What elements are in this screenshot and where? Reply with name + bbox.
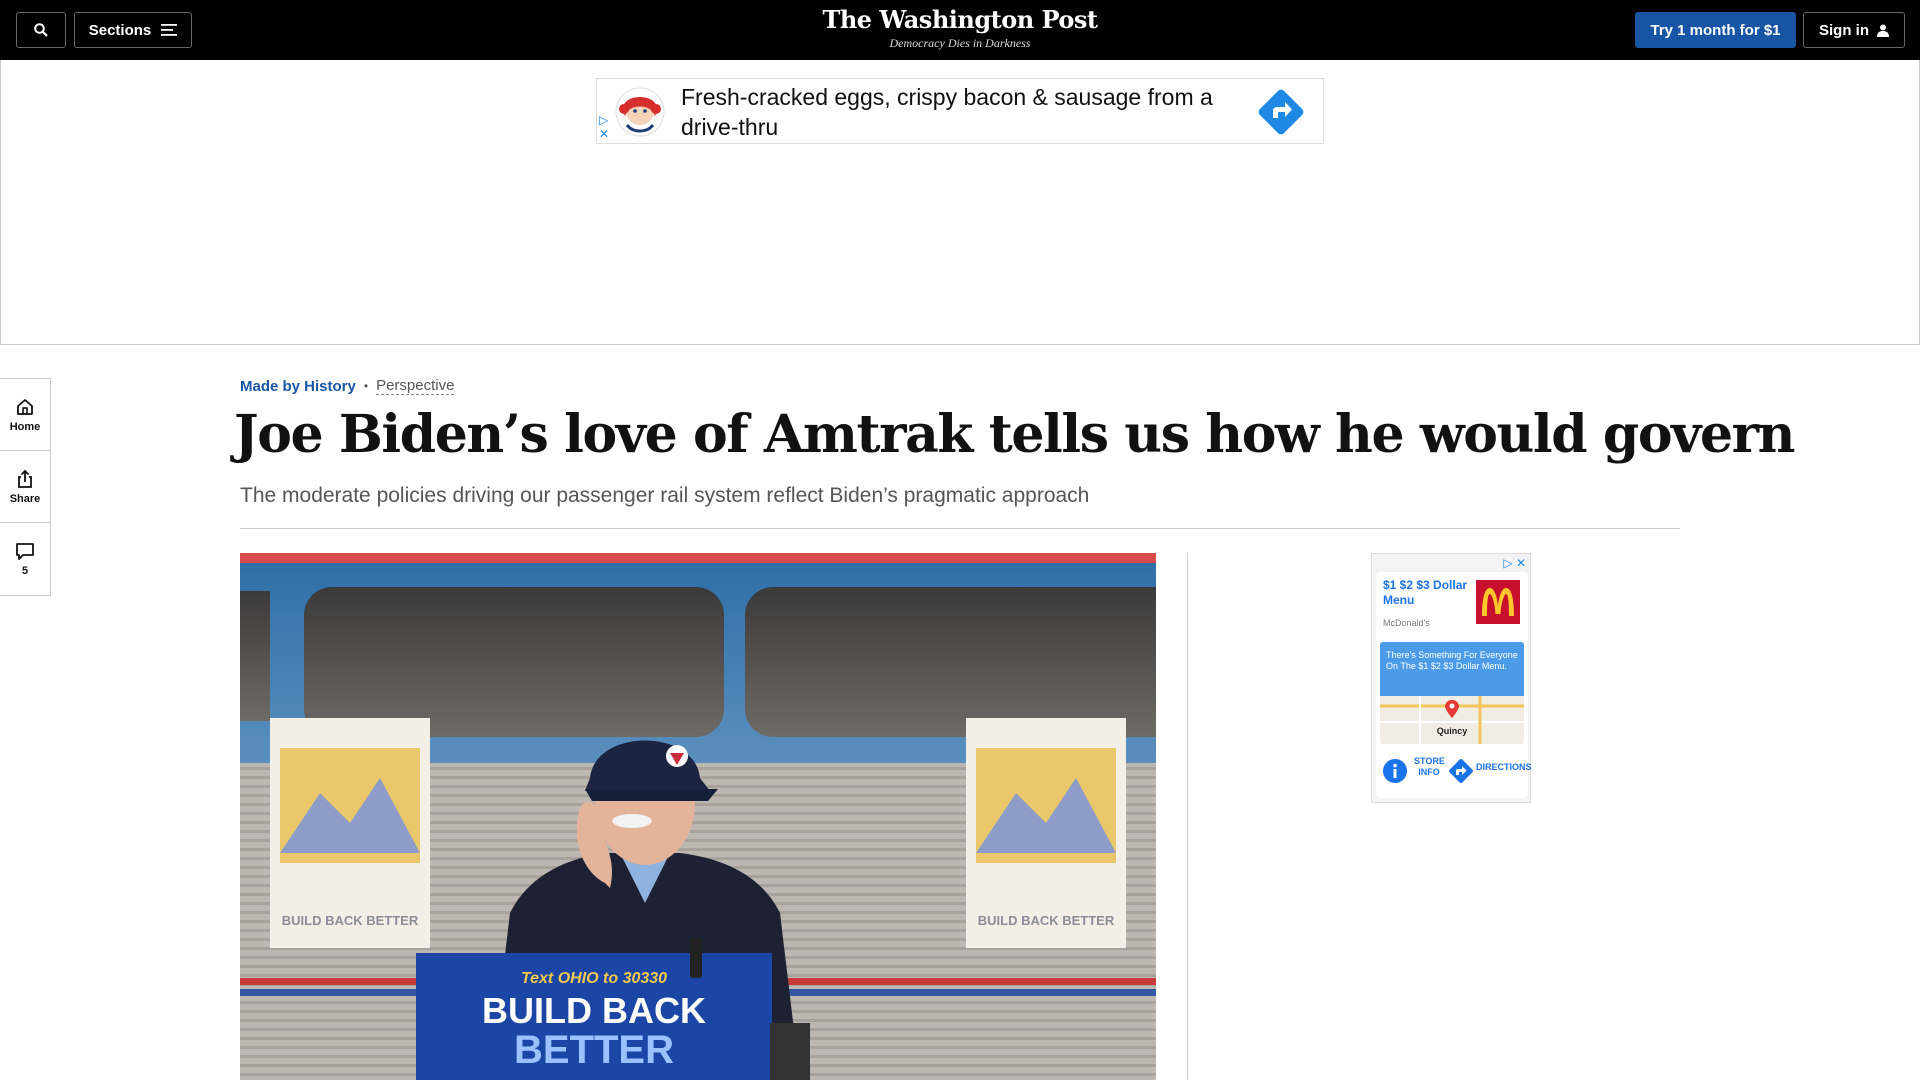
rail-home-button[interactable]: Home [0,379,50,451]
ad-title: $1 $2 $3 Dollar Menu [1383,578,1468,607]
rail-home-label: Home [9,420,41,433]
search-button[interactable] [16,12,66,48]
lead-photo-image: BUILD BACK BETTER BUILD BACK BETTER Text… [240,553,1156,1080]
podium-sign: Text OHIO to 30330 BUILD BACK BETTER [416,953,772,1080]
sign-in-button[interactable]: Sign in [1803,12,1905,48]
header-divider [240,528,1680,529]
right-poster-caption: BUILD BACK BETTER [978,913,1115,928]
logo-text: The Washington Post [822,5,1098,34]
wendys-logo-icon [615,87,665,137]
directions-link[interactable]: DIRECTIONS [1476,762,1532,772]
ad-brand: McDonald's [1383,618,1430,628]
top-nav: Sections The Washington Post Democracy D… [0,0,1920,60]
adchoices-icon[interactable]: ▷ ✕ [1503,556,1526,570]
share-icon [18,469,32,488]
top-banner-ad[interactable]: ▷ ✕ Fresh-cracked eggs, crispy bacon & sa… [596,78,1324,144]
directions-icon[interactable] [1448,758,1474,784]
rail-comments-button[interactable]: 5 [0,523,50,595]
store-map[interactable]: Quincy [1380,696,1524,744]
perspective-label[interactable]: Perspective [376,377,455,395]
subscribe-button[interactable]: Try 1 month for $1 [1635,12,1796,48]
store-info-link[interactable]: STORE INFO [1414,756,1445,778]
right-poster: BUILD BACK BETTER [966,718,1126,948]
ad-footer: STORE INFO DIRECTIONS [1380,756,1532,786]
lead-photo[interactable]: BUILD BACK BETTER BUILD BACK BETTER Text… [240,553,1156,1080]
info-icon[interactable] [1382,758,1408,784]
rail-share-label: Share [9,492,41,505]
user-icon [1877,24,1889,37]
comment-icon [16,543,34,560]
comments-count: 5 [21,565,29,577]
sign-line-2: BUILD BACK [482,990,706,1031]
kicker-separator: • [363,379,369,393]
article-headline: Joe Biden’s love of Amtrak tells us how … [234,404,1795,465]
rail-share-button[interactable]: Share [0,451,50,523]
section-link[interactable]: Made by History [240,378,356,395]
top-ad-text: Fresh-cracked eggs, crispy bacon & sausa… [681,84,1213,140]
side-ad[interactable]: ▷ ✕ $1 $2 $3 Dollar Menu McDonald's Ther… [1371,553,1532,803]
mcdonalds-ad-card[interactable]: $1 $2 $3 Dollar Menu McDonald's There's … [1376,572,1532,798]
sign-line-3: BETTER [514,1028,674,1072]
adchoices-icon[interactable]: ▷ ✕ [599,113,609,141]
map-city: Quincy [1437,726,1468,736]
sections-label: Sections [88,21,152,39]
mcdonalds-logo-icon [1476,580,1520,624]
left-rail: Home Share 5 [0,378,51,596]
column-divider [1187,553,1188,1080]
sign-in-label: Sign in [1819,21,1869,39]
ad-promo: There's Something For Everyone On The $1… [1380,642,1524,696]
left-poster: BUILD BACK BETTER [270,718,430,948]
article-kicker: Made by History • Perspective [240,377,455,395]
directions-arrow-icon[interactable] [1257,88,1305,136]
logo-tagline: Democracy Dies in Darkness [889,36,1031,50]
menu-icon [161,24,178,36]
article-dek: The moderate policies driving our passen… [240,484,1090,507]
wapo-logo[interactable]: The Washington Post Democracy Dies in Da… [760,6,1160,51]
left-poster-caption: BUILD BACK BETTER [282,913,419,928]
home-icon [17,398,33,415]
search-icon [34,23,48,37]
sign-line-1: Text OHIO to 30330 [521,970,667,987]
sections-button[interactable]: Sections [74,12,192,48]
